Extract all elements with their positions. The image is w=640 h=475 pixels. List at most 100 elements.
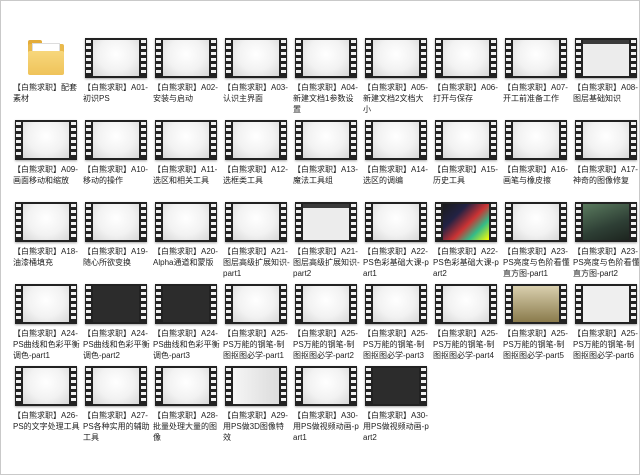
video-file-item[interactable]: 【白熊求职】A24-PS曲线和色彩平衡调色-part3 [151, 281, 221, 371]
file-name-label: 【白熊求职】A28-批量处理大量的图像 [153, 411, 218, 442]
video-file-icon [85, 363, 147, 409]
video-file-item[interactable]: 【白熊求职】A25-PS万能的钢笔-制图抠图必学-part4 [431, 281, 501, 371]
video-file-item[interactable]: 【白熊求职】A03-认识主界面 [221, 35, 291, 125]
video-file-icon [155, 199, 217, 245]
video-file-icon [295, 281, 357, 327]
video-file-item[interactable]: 【白熊求职】A17-神奇的图像修复 [571, 117, 639, 207]
video-file-icon [15, 281, 77, 327]
video-file-item[interactable]: 【白熊求职】A23-PS亮度与色阶看懂直方图-part2 [571, 199, 640, 289]
video-file-icon [295, 35, 357, 81]
video-file-icon [435, 117, 497, 163]
video-file-icon [15, 199, 77, 245]
video-file-icon [225, 199, 287, 245]
video-file-item[interactable]: 【白熊求职】A24-PS曲线和色彩平衡调色-part2 [81, 281, 151, 371]
video-file-icon [225, 281, 287, 327]
video-file-item[interactable]: 【白熊求职】A25-PS万能的钢笔-制图抠图必学-part1 [221, 281, 291, 371]
file-name-label: 【白熊求职】A24-PS曲线和色彩平衡调色-part3 [153, 329, 220, 360]
video-file-icon [155, 281, 217, 327]
video-file-item[interactable]: 【白熊求职】A26-PS的文字处理工具 [11, 363, 81, 453]
video-file-icon [155, 35, 217, 81]
file-name-label: 【白熊求职】A25-PS万能的钢笔-制图抠图必学-part2 [293, 329, 358, 360]
file-name-label: 【白熊求职】A21-图层高级扩展知识-part1 [223, 247, 290, 278]
file-name-label: 【白熊求职】A02-安装与启动 [153, 83, 218, 103]
video-file-item[interactable]: 【白熊求职】A11-选区和相关工具 [151, 117, 221, 207]
video-file-icon [435, 281, 497, 327]
file-explorer-window: 【白熊求职】配套素材 【白熊求职】A01-初识PS 【白熊求职】A02-安装与启动【… [0, 0, 640, 475]
video-file-item[interactable]: 【白熊求职】A04-新建文档1参数设置 [291, 35, 361, 125]
video-file-item[interactable]: 【白熊求职】A05-新建文档2文档大小 [361, 35, 431, 125]
video-file-icon [225, 117, 287, 163]
file-name-label: 【白熊求职】配套素材 [13, 83, 77, 103]
video-file-item[interactable]: 【白熊求职】A07-开工前准备工作 [501, 35, 571, 125]
video-file-item[interactable]: 【白熊求职】A16-画笔与橡皮擦 [501, 117, 571, 207]
video-file-item[interactable]: 【白熊求职】A08-图层基础知识 [571, 35, 639, 125]
video-file-item[interactable]: 【白熊求职】A24-PS曲线和色彩平衡调色-part1 [11, 281, 81, 371]
video-file-item[interactable]: 【白熊求职】A21-图层高级扩展知识-part2 [291, 199, 361, 289]
video-file-item[interactable]: 【白熊求职】A25-PS万能的钢笔-制图抠图必学-part5 [501, 281, 571, 371]
video-file-icon [85, 117, 147, 163]
file-grid: 【白熊求职】配套素材 【白熊求职】A01-初识PS 【白熊求职】A02-安装与启动【… [11, 35, 640, 474]
video-file-icon [435, 35, 497, 81]
file-name-label: 【白熊求职】A21-图层高级扩展知识-part2 [293, 247, 360, 278]
folder-item[interactable]: 【白熊求职】配套素材 [11, 35, 81, 125]
file-name-label: 【白熊求职】A05-新建文档2文档大小 [363, 83, 428, 114]
video-file-item[interactable]: 【白熊求职】A25-PS万能的钢笔-制图抠图必学-part6 [571, 281, 639, 371]
folder-icon [15, 35, 77, 81]
video-file-item[interactable]: 【白熊求职】A30-用PS做视频动画-part1 [291, 363, 361, 453]
file-name-label: 【白熊求职】A30-用PS做视频动画-part1 [293, 411, 359, 442]
file-name-label: 【白熊求职】A29-用PS做3D图像特效 [223, 411, 288, 442]
file-name-label: 【白熊求职】A30-用PS做视频动画-part2 [363, 411, 429, 442]
video-file-item[interactable]: 【白熊求职】A19-随心所欲变换 [81, 199, 151, 289]
video-file-icon [155, 117, 217, 163]
file-name-label: 【白熊求职】A25-PS万能的钢笔-制图抠图必学-part4 [433, 329, 498, 360]
file-name-label: 【白熊求职】A01-初识PS [83, 83, 148, 103]
video-file-icon [575, 35, 637, 81]
video-file-icon [295, 117, 357, 163]
video-file-item[interactable]: 【白熊求职】A10-移动的操作 [81, 117, 151, 207]
file-name-label: 【白熊求职】A06-打开与保存 [433, 83, 498, 103]
video-file-icon [85, 281, 147, 327]
file-name-label: 【白熊求职】A26-PS的文字处理工具 [13, 411, 80, 431]
video-file-item[interactable]: 【白熊求职】A09-画面移动和缩放 [11, 117, 81, 207]
video-file-item[interactable]: 【白熊求职】A01-初识PS [81, 35, 151, 125]
video-file-item[interactable]: 【白熊求职】A15-历史工具 [431, 117, 501, 207]
video-file-item[interactable]: 【白熊求职】A22-PS色彩基础大课-part2 [431, 199, 501, 289]
file-name-label: 【白熊求职】A11-选区和相关工具 [153, 165, 218, 185]
video-file-item[interactable]: 【白熊求职】A27-PS各种实用的辅助工具 [81, 363, 151, 453]
file-name-label: 【白熊求职】A25-PS万能的钢笔-制图抠图必学-part1 [223, 329, 288, 360]
file-name-label: 【白熊求职】A22-PS色彩基础大课-part2 [433, 247, 499, 278]
file-name-label: 【白熊求职】A23-PS亮度与色阶看懂直方图-part2 [573, 247, 640, 278]
video-file-item[interactable]: 【白熊求职】A22-PS色彩基础大课-part1 [361, 199, 431, 289]
file-name-label: 【白熊求职】A24-PS曲线和色彩平衡调色-part1 [13, 329, 80, 360]
video-file-item[interactable]: 【白熊求职】A21-图层高级扩展知识-part1 [221, 199, 291, 289]
video-file-item[interactable]: 【白熊求职】A25-PS万能的钢笔-制图抠图必学-part3 [361, 281, 431, 371]
video-file-icon [575, 117, 637, 163]
video-file-item[interactable]: 【白熊求职】A06-打开与保存 [431, 35, 501, 125]
video-file-icon [365, 281, 427, 327]
video-file-item[interactable]: 【白熊求职】A02-安装与启动 [151, 35, 221, 125]
file-name-label: 【白熊求职】A22-PS色彩基础大课-part1 [363, 247, 429, 278]
file-name-label: 【白熊求职】A03-认识主界面 [223, 83, 288, 103]
video-file-item[interactable]: 【白熊求职】A12-选框类工具 [221, 117, 291, 207]
file-name-label: 【白熊求职】A25-PS万能的钢笔-制图抠图必学-part6 [573, 329, 638, 360]
video-file-item[interactable]: 【白熊求职】A20-Alpha通道和蒙版 [151, 199, 221, 289]
video-file-item[interactable]: 【白熊求职】A13-魔法工具组 [291, 117, 361, 207]
file-name-label: 【白熊求职】A24-PS曲线和色彩平衡调色-part2 [83, 329, 150, 360]
file-name-label: 【白熊求职】A25-PS万能的钢笔-制图抠图必学-part3 [363, 329, 428, 360]
video-file-item[interactable]: 【白熊求职】A28-批量处理大量的图像 [151, 363, 221, 453]
video-file-icon [365, 363, 427, 409]
video-file-icon [85, 199, 147, 245]
video-file-icon [505, 35, 567, 81]
file-name-label: 【白熊求职】A08-图层基础知识 [573, 83, 638, 103]
video-file-item[interactable]: 【白熊求职】A30-用PS做视频动画-part2 [361, 363, 431, 453]
video-file-icon [15, 117, 77, 163]
video-file-icon [295, 363, 357, 409]
video-file-item[interactable]: 【白熊求职】A14-选区的调编 [361, 117, 431, 207]
file-name-label: 【白熊求职】A12-选框类工具 [223, 165, 288, 185]
video-file-item[interactable]: 【白熊求职】A25-PS万能的钢笔-制图抠图必学-part2 [291, 281, 361, 371]
video-file-item[interactable]: 【白熊求职】A18-油漆桶填充 [11, 199, 81, 289]
video-file-icon [575, 199, 637, 245]
video-file-item[interactable]: 【白熊求职】A23-PS亮度与色阶看懂直方图-part1 [501, 199, 571, 289]
file-name-label: 【白熊求职】A19-随心所欲变换 [83, 247, 148, 267]
video-file-item[interactable]: 【白熊求职】A29-用PS做3D图像特效 [221, 363, 291, 453]
